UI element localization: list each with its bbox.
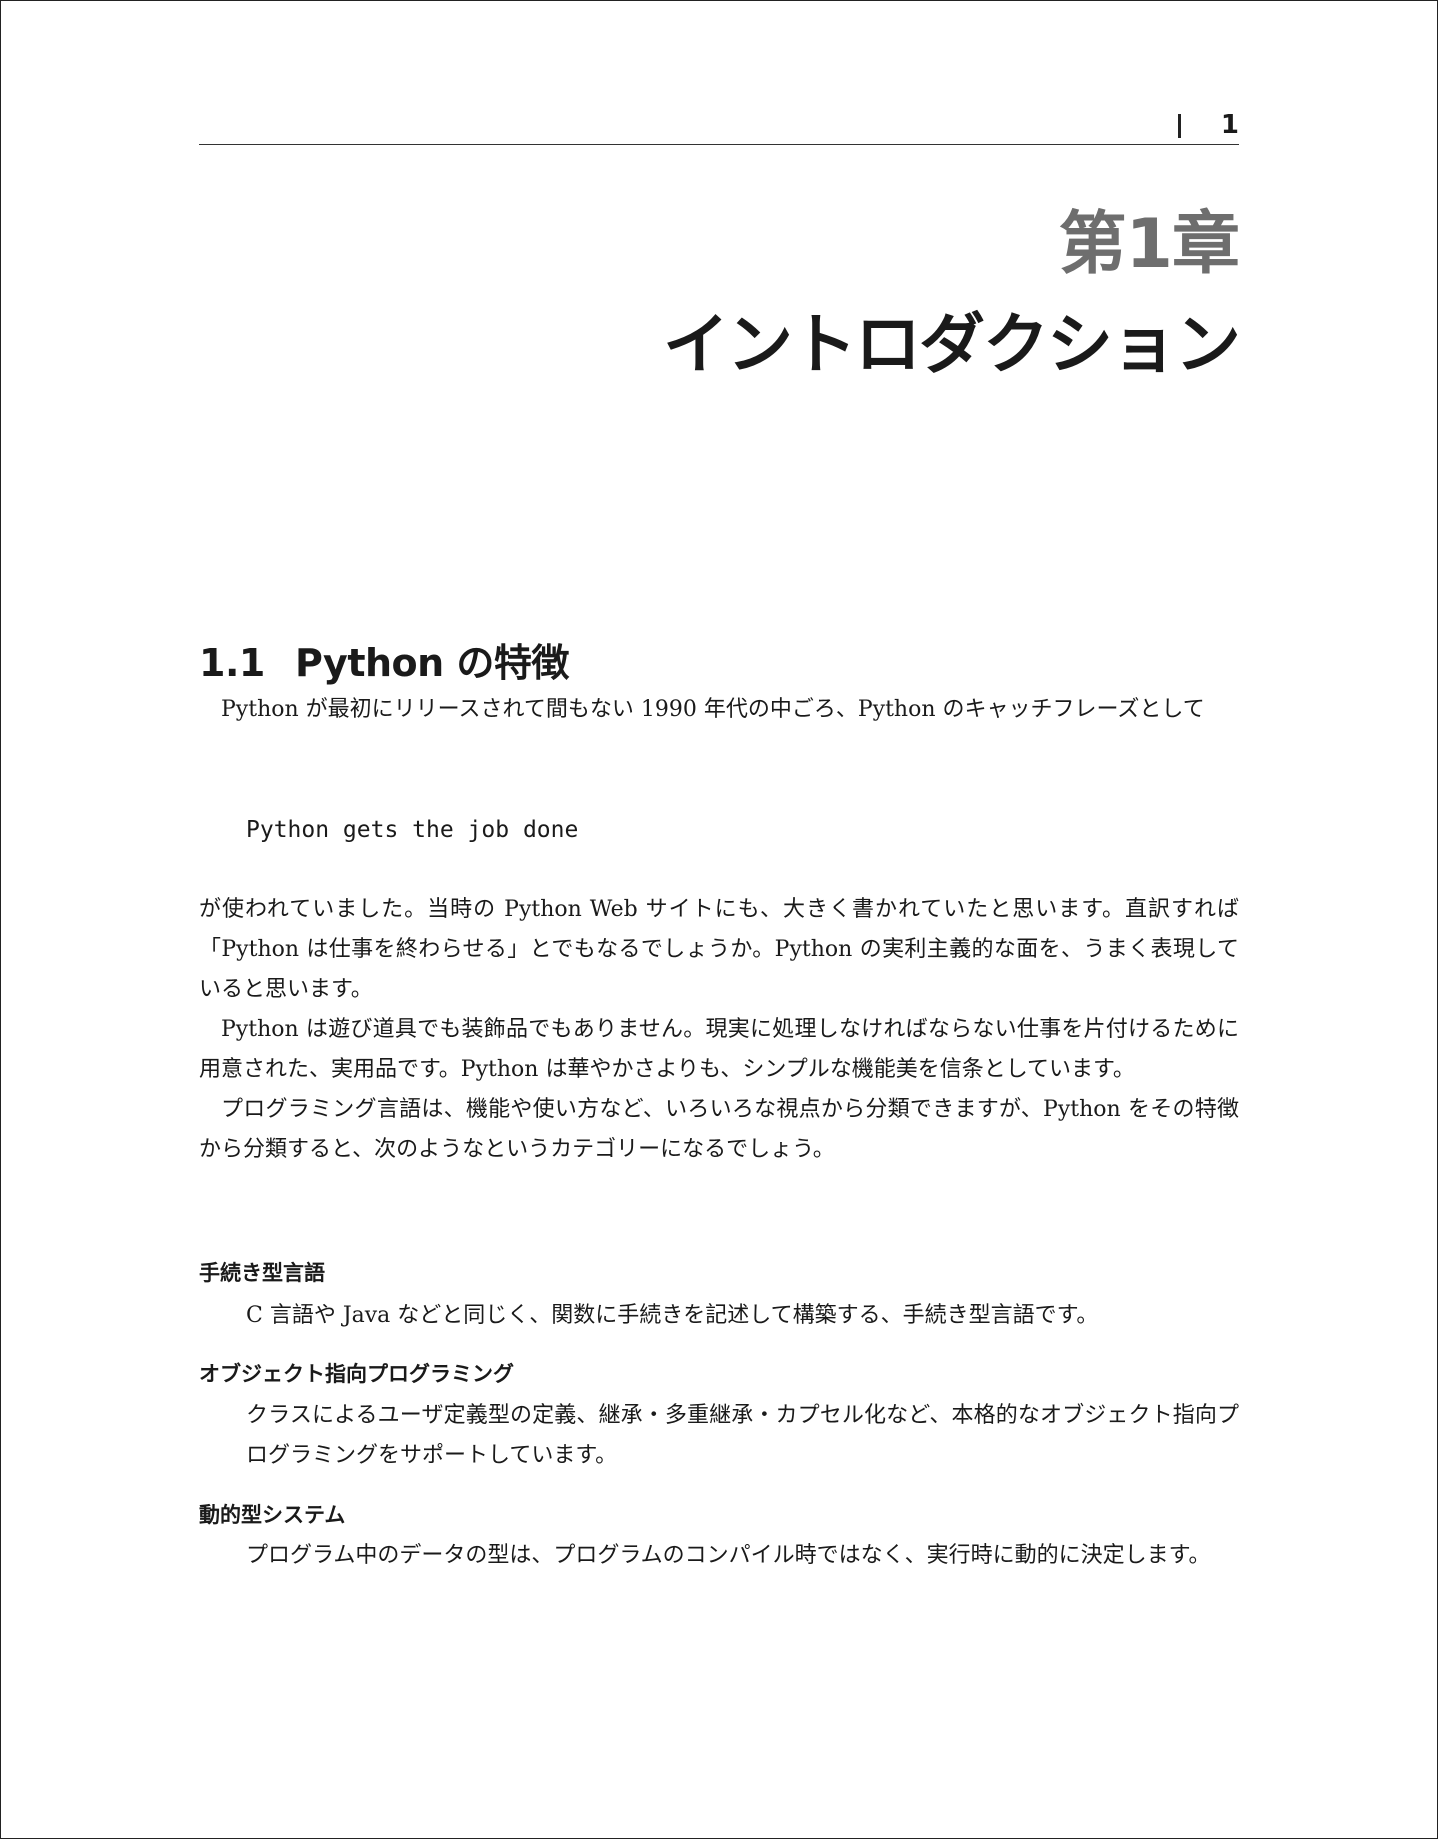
definition-description-procedural: C 言語や Java などと同じく、関数に手続きを記述して構築する、手続き型言語…: [246, 1303, 1099, 1328]
body-paragraph: が使われていました。当時の Python Web サイトにも、大きく書かれていた…: [199, 897, 1239, 1002]
section-title: Python の特徴: [295, 641, 569, 685]
body-paragraph: プログラミング言語は、機能や使い方など、いろいろな視点から分類できますが、Pyt…: [199, 1097, 1239, 1162]
section-number: 1.1: [199, 641, 265, 685]
definition-term-dynamic-typing: 動的型システム: [199, 1503, 346, 1527]
header-divider-bar: [1178, 114, 1181, 138]
code-example: Python gets the job done: [246, 817, 579, 843]
body-text-block: が使われていました。当時の Python Web サイトにも、大きく書かれていた…: [199, 890, 1239, 1170]
intro-paragraph: Python が最初にリリースされて間もない 1990 年代の中ごろ、Pytho…: [221, 697, 1205, 722]
body-paragraph: Python は遊び道具でも装飾品でもありません。現実に処理しなければならない仕…: [199, 1017, 1239, 1082]
definition-description-dynamic-typing: プログラム中のデータの型は、プログラムのコンパイル時ではなく、実行時に動的に決定…: [246, 1543, 1211, 1568]
running-header: 1: [199, 108, 1239, 145]
chapter-title: イントロダクション: [663, 306, 1241, 383]
chapter-label: 第1章: [1058, 205, 1240, 284]
definition-term-oop: オブジェクト指向プログラミング: [199, 1362, 514, 1386]
definition-description-oop: クラスによるユーザ定義型の定義、継承・多重継承・カプセル化など、本格的なオブジェ…: [246, 1403, 1239, 1468]
definition-term-procedural: 手続き型言語: [199, 1261, 325, 1285]
page-number: 1: [1220, 110, 1239, 140]
section-heading: 1.1 Python の特徴: [199, 638, 569, 688]
intro-text-block: Python が最初にリリースされて間もない 1990 年代の中ごろ、Pytho…: [199, 690, 1239, 730]
